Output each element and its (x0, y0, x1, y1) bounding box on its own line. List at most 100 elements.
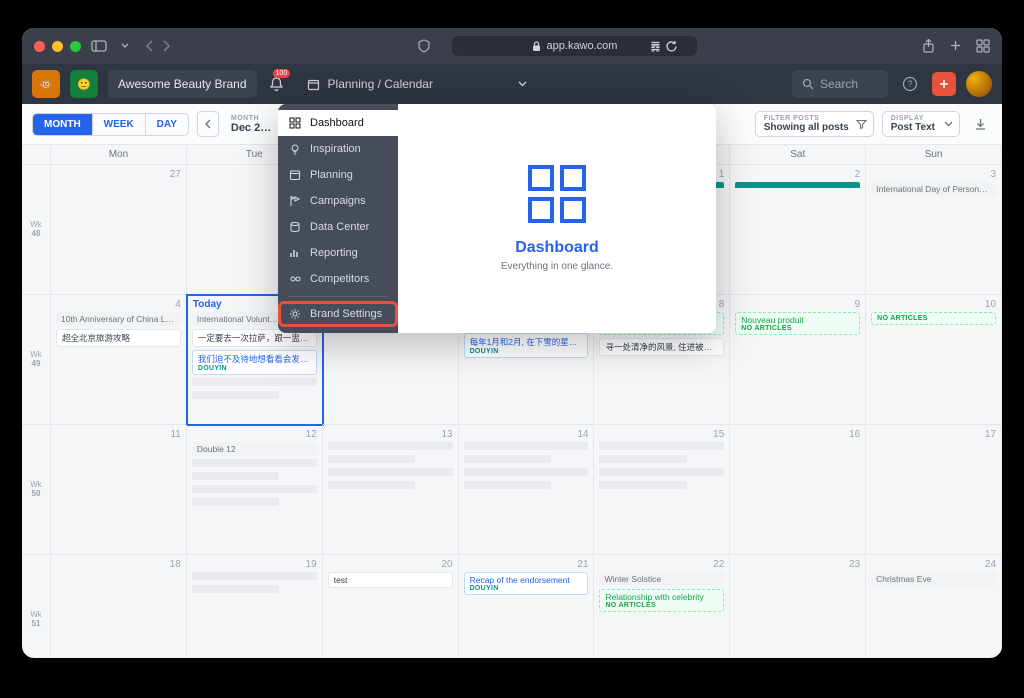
create-button[interactable] (932, 72, 956, 96)
calendar-event[interactable]: 每年1月和2月, 在下雪的星期…DOUYIN (464, 333, 589, 358)
close-window-button[interactable] (34, 41, 45, 52)
nav-item-competitors[interactable]: Competitors (278, 266, 398, 292)
search-label: Search (820, 77, 858, 91)
day-cell[interactable]: 4 10th Anniversary of China La… 超全北京旅游攻略 (51, 295, 187, 425)
display-select[interactable]: DISPLAY Post Text (882, 111, 960, 137)
download-button[interactable] (968, 112, 992, 136)
view-month[interactable]: MONTH (33, 114, 92, 135)
calendar-event[interactable]: International Day of Persons … (871, 182, 996, 196)
tabs-icon[interactable] (976, 39, 990, 53)
help-button[interactable]: ? (898, 72, 922, 96)
calendar-event[interactable]: 寻一处清净的风景, 住进被青… (599, 338, 724, 356)
calendar-event[interactable]: 我们迫不及待地想看看会发生…DOUYIN (192, 350, 317, 375)
calendar-event[interactable]: Winter Solstice (599, 572, 724, 586)
skeleton (464, 468, 589, 476)
nav-item-label: Reporting (310, 247, 358, 259)
month-value: Dec 2… (231, 122, 271, 134)
date-number: 27 (56, 169, 181, 180)
dashboard-icon (288, 117, 302, 129)
calendar-event[interactable]: Nouveau produitNO ARTICLES (735, 312, 860, 335)
new-tab-icon[interactable] (949, 39, 962, 53)
calendar-event[interactable]: Christmas Eve (871, 572, 996, 586)
app-logo[interactable]: 🐵 (32, 70, 60, 98)
day-cell[interactable]: 27 (51, 165, 187, 295)
search-button[interactable]: Search (792, 70, 888, 98)
calendar-event[interactable]: Recap of the endorsementDOUYIN (464, 572, 589, 595)
prev-button[interactable] (197, 111, 219, 137)
day-cell[interactable]: 22 Winter Solstice Relationship with celeb… (594, 555, 730, 658)
app-header: 🐵 🙂 Awesome Beauty Brand 100 Planning / … (22, 64, 1002, 104)
nav-item-reporting[interactable]: Reporting (278, 240, 398, 266)
nav-item-brand-settings[interactable]: Brand Settings (278, 301, 398, 327)
day-cell[interactable]: 3International Day of Persons … (866, 165, 1002, 295)
user-avatar[interactable] (966, 71, 992, 97)
calendar-event[interactable]: NO ARTICLES (871, 312, 996, 325)
calendar-event[interactable]: 10th Anniversary of China La… (56, 312, 181, 326)
day-cell[interactable]: 10 NO ARTICLES (866, 295, 1002, 425)
maximize-window-button[interactable] (70, 41, 81, 52)
breadcrumb-nav-button[interactable]: Planning / Calendar (297, 70, 537, 98)
day-cell[interactable]: 17 (866, 425, 1002, 555)
minimize-window-button[interactable] (52, 41, 63, 52)
nav-item-label: Campaigns (310, 195, 366, 207)
calendar-event[interactable]: 超全北京旅游攻略 (56, 329, 181, 347)
week-row: Wk501112Double 121314151617 (22, 425, 1002, 555)
chevron-down-icon (518, 81, 527, 87)
browser-back-button[interactable] (143, 39, 157, 53)
date-number: 18 (56, 559, 181, 570)
nav-item-planning[interactable]: Planning (278, 162, 398, 188)
sidebar-toggle-icon[interactable] (91, 38, 107, 54)
day-cell[interactable]: 13 (323, 425, 459, 555)
day-cell[interactable]: 2 (730, 165, 866, 295)
translate-icon[interactable]: ䷅ (647, 38, 663, 54)
shield-icon[interactable] (416, 38, 432, 54)
notifications-button[interactable]: 100 (267, 76, 287, 92)
nav-item-inspiration[interactable]: Inspiration (278, 136, 398, 162)
skeleton (328, 468, 453, 476)
date-number: 17 (871, 429, 996, 440)
skeleton (328, 442, 453, 450)
view-week[interactable]: WEEK (92, 114, 145, 135)
skeleton (599, 455, 686, 463)
filter-posts-select[interactable]: FILTER POSTS Showing all posts (755, 111, 874, 137)
calendar-event[interactable]: Relationship with celebrityNO ARTICLES (599, 589, 724, 612)
brand-avatar[interactable]: 🙂 (70, 70, 98, 98)
app-window: app.kawo.com ䷅ 🐵 🙂 Awesome Beauty Brand … (22, 28, 1002, 658)
date-number: 22 (599, 559, 724, 570)
event-marker (735, 182, 860, 188)
date-number: 19 (192, 559, 317, 570)
nav-item-campaigns[interactable]: Campaigns (278, 188, 398, 214)
day-cell[interactable]: 9 Nouveau produitNO ARTICLES (730, 295, 866, 425)
date-number: 10 (871, 299, 996, 310)
date-number: 4 (56, 299, 181, 310)
brand-name: Awesome Beauty Brand (118, 77, 247, 91)
day-cell[interactable]: 20test (323, 555, 459, 658)
day-cell[interactable]: 15 (594, 425, 730, 555)
day-cell[interactable]: 11 (51, 425, 187, 555)
chevron-down-icon[interactable] (117, 38, 133, 54)
dashboard-icon (528, 165, 586, 223)
day-cell[interactable]: 12Double 12 (187, 425, 323, 555)
nav-item-dashboard[interactable]: Dashboard (278, 110, 398, 136)
calendar-event[interactable]: Double 12 (192, 442, 317, 456)
date-number: 9 (735, 299, 860, 310)
view-day[interactable]: DAY (145, 114, 188, 135)
reload-icon[interactable] (663, 38, 679, 54)
nav-item-data-center[interactable]: Data Center (278, 214, 398, 240)
day-cell[interactable]: 19 (187, 555, 323, 658)
flag-icon (288, 195, 302, 207)
date-number: 2 (735, 169, 860, 180)
traffic-lights (34, 41, 81, 52)
day-cell[interactable]: 14 (459, 425, 595, 555)
day-cell[interactable]: 18 (51, 555, 187, 658)
brand-selector[interactable]: Awesome Beauty Brand (108, 70, 257, 98)
skeleton (192, 378, 317, 386)
browser-forward-button[interactable] (159, 39, 173, 53)
nav-item-label: Competitors (310, 273, 369, 285)
day-cell[interactable]: 21Recap of the endorsementDOUYIN (459, 555, 595, 658)
day-cell[interactable]: 23 (730, 555, 866, 658)
day-cell[interactable]: 16 (730, 425, 866, 555)
share-icon[interactable] (922, 39, 935, 53)
day-cell[interactable]: 24Christmas Eve (866, 555, 1002, 658)
calendar-event[interactable]: test (328, 572, 453, 588)
